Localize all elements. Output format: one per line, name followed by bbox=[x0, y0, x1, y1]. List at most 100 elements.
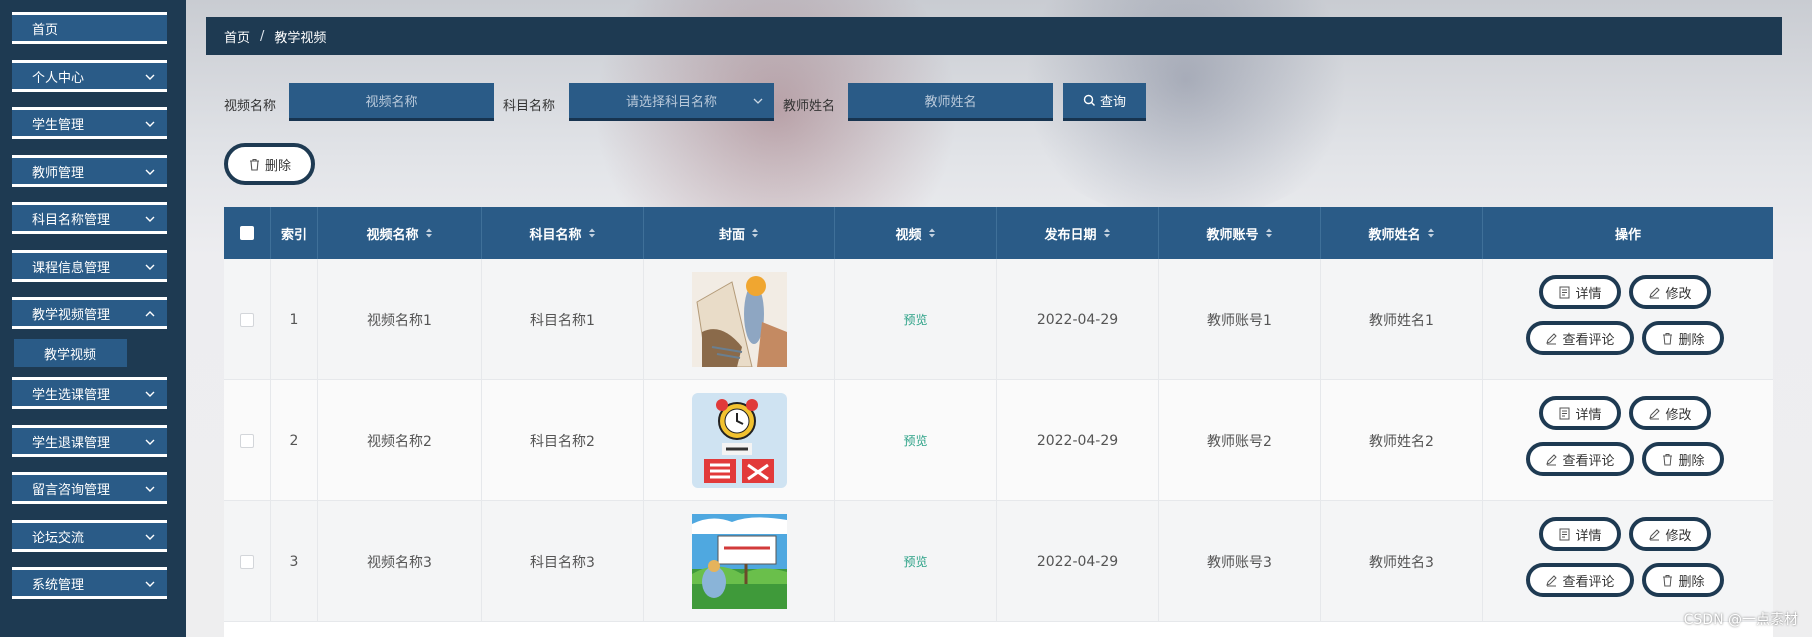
cover-thumbnail[interactable] bbox=[691, 393, 787, 488]
view-comments-button[interactable]: 查看评论 bbox=[1526, 563, 1634, 597]
sidebar-item-message-management[interactable]: 留言咨询管理 bbox=[12, 472, 167, 504]
column-header-teacher-account[interactable]: 教师账号 bbox=[1159, 207, 1321, 259]
delete-label: 删除 bbox=[1678, 574, 1705, 590]
teacher-account-cell: 教师账号2 bbox=[1159, 380, 1321, 501]
sidebar-item-label: 留言咨询管理 bbox=[32, 482, 111, 498]
index-cell: 1 bbox=[271, 259, 318, 380]
edit-button[interactable]: 修改 bbox=[1629, 275, 1711, 309]
sidebar-item-video-management[interactable]: 教学视频管理 bbox=[12, 297, 167, 329]
select-all-checkbox[interactable] bbox=[240, 226, 254, 240]
detail-button[interactable]: 详情 bbox=[1539, 396, 1621, 430]
video-name-cell: 视频名称2 bbox=[318, 380, 482, 501]
teacher-account-cell: 教师账号1 bbox=[1159, 259, 1321, 380]
teacher-name-placeholder: 教师姓名 bbox=[924, 95, 977, 110]
row-checkbox[interactable] bbox=[240, 433, 254, 448]
sort-icon bbox=[928, 228, 935, 238]
sidebar-item-system-management[interactable]: 系统管理 bbox=[12, 567, 167, 599]
document-icon bbox=[1559, 407, 1570, 419]
teacher-name-cell: 教师姓名2 bbox=[1321, 380, 1483, 501]
chevron-down-icon bbox=[145, 581, 155, 587]
subject-select[interactable]: 请选择科目名称 bbox=[569, 83, 774, 121]
publish-date-cell: 2022-04-29 bbox=[997, 380, 1159, 501]
cover-thumbnail[interactable] bbox=[691, 272, 787, 367]
row-select-cell bbox=[224, 259, 271, 380]
delete-button[interactable]: 删除 bbox=[1642, 321, 1724, 355]
row-checkbox[interactable] bbox=[240, 554, 254, 569]
sidebar-item-label: 课程信息管理 bbox=[32, 260, 111, 276]
chevron-down-icon bbox=[145, 216, 155, 222]
teacher-name-cell: 教师姓名1 bbox=[1321, 259, 1483, 380]
cover-cell bbox=[644, 380, 835, 501]
sidebar-subitem-teaching-video[interactable]: 教学视频 bbox=[14, 339, 127, 367]
breadcrumb-current: 教学视频 bbox=[274, 30, 327, 46]
batch-delete-button[interactable]: 删除 bbox=[224, 143, 315, 185]
sidebar-item-personal-center[interactable]: 个人中心 bbox=[12, 60, 167, 92]
chevron-down-icon bbox=[145, 486, 155, 492]
main-content: 首页 / 教学视频 视频名称 视频名称 科目名称 请选择科目名称 教师姓名 教师… bbox=[186, 0, 1812, 637]
select-all-cell bbox=[224, 207, 271, 259]
cover-thumbnail[interactable] bbox=[691, 514, 787, 609]
delete-button[interactable]: 删除 bbox=[1642, 442, 1724, 476]
sidebar-item-course-withdrawal[interactable]: 学生退课管理 bbox=[12, 425, 167, 457]
sidebar-item-forum[interactable]: 论坛交流 bbox=[12, 520, 167, 552]
sidebar-item-course-management[interactable]: 课程信息管理 bbox=[12, 250, 167, 282]
view-comments-label: 查看评论 bbox=[1562, 574, 1615, 590]
subject-label: 科目名称 bbox=[503, 99, 556, 114]
query-label: 查询 bbox=[1099, 95, 1126, 110]
teacher-name-input[interactable]: 教师姓名 bbox=[848, 83, 1053, 121]
query-button[interactable]: 查询 bbox=[1063, 83, 1146, 121]
video-table: 索引 视频名称 科目名称 封面 视频 发布日期 教师账号 教师姓名 操作 1 视… bbox=[224, 207, 1773, 637]
video-cell: 预览 bbox=[835, 380, 997, 501]
video-name-input[interactable]: 视频名称 bbox=[289, 83, 494, 121]
table-row: 1 视频名称1 科目名称1 预览 2022-04-29 教师账号1 教师姓名1 bbox=[224, 259, 1773, 380]
chevron-down-icon bbox=[145, 264, 155, 270]
sidebar-item-course-selection[interactable]: 学生选课管理 bbox=[12, 377, 167, 409]
sidebar: 首页 个人中心 学生管理 教师管理 科目名称管理 课程信息管理 教学视频管理 教… bbox=[0, 0, 186, 637]
column-header-video[interactable]: 视频 bbox=[835, 207, 997, 259]
row-checkbox[interactable] bbox=[240, 312, 254, 327]
delete-label: 删除 bbox=[1678, 332, 1705, 348]
sidebar-item-teacher-management[interactable]: 教师管理 bbox=[12, 155, 167, 187]
subject-cell: 科目名称1 bbox=[482, 259, 644, 380]
column-header-subject[interactable]: 科目名称 bbox=[482, 207, 644, 259]
search-icon bbox=[1083, 94, 1095, 106]
sidebar-item-label: 论坛交流 bbox=[32, 530, 85, 546]
delete-label: 删除 bbox=[1678, 453, 1705, 469]
column-label: 封面 bbox=[718, 227, 745, 243]
index-cell: 3 bbox=[271, 501, 318, 622]
watermark: CSDN @一点素材 bbox=[1683, 612, 1798, 628]
view-comments-button[interactable]: 查看评论 bbox=[1526, 321, 1634, 355]
index-cell: 2 bbox=[271, 380, 318, 501]
teacher-account-cell: 教师账号3 bbox=[1159, 501, 1321, 622]
table-row: 3 视频名称3 科目名称3 预览 2022-04-29 教师账号3 教师姓名3 … bbox=[224, 501, 1773, 622]
sidebar-item-label: 首页 bbox=[32, 22, 59, 38]
sidebar-item-home[interactable]: 首页 bbox=[12, 12, 167, 44]
column-header-publish-date[interactable]: 发布日期 bbox=[997, 207, 1159, 259]
preview-link[interactable]: 预览 bbox=[903, 311, 927, 328]
table-row: 2 视频名称2 科目名称2 预览 2022-04-29 教师账号2 教师姓名2 … bbox=[224, 380, 1773, 501]
preview-link[interactable]: 预览 bbox=[903, 432, 927, 449]
detail-button[interactable]: 详情 bbox=[1539, 517, 1621, 551]
breadcrumb: 首页 / 教学视频 bbox=[206, 17, 1782, 55]
edit-button[interactable]: 修改 bbox=[1629, 396, 1711, 430]
edit-icon bbox=[1649, 407, 1661, 419]
column-header-video-name[interactable]: 视频名称 bbox=[318, 207, 482, 259]
breadcrumb-home[interactable]: 首页 bbox=[224, 27, 250, 46]
view-comments-button[interactable]: 查看评论 bbox=[1526, 442, 1634, 476]
column-label: 科目名称 bbox=[529, 227, 582, 243]
delete-button[interactable]: 删除 bbox=[1642, 563, 1724, 597]
chevron-up-icon bbox=[145, 311, 155, 317]
sidebar-item-student-management[interactable]: 学生管理 bbox=[12, 107, 167, 139]
column-header-teacher-name[interactable]: 教师姓名 bbox=[1321, 207, 1483, 259]
chevron-down-icon bbox=[145, 74, 155, 80]
sidebar-item-subject-management[interactable]: 科目名称管理 bbox=[12, 202, 167, 234]
chevron-down-icon bbox=[145, 391, 155, 397]
column-header-cover[interactable]: 封面 bbox=[644, 207, 835, 259]
sort-icon bbox=[425, 228, 432, 238]
column-label: 视频名称 bbox=[366, 227, 419, 243]
edit-button[interactable]: 修改 bbox=[1629, 517, 1711, 551]
detail-button[interactable]: 详情 bbox=[1539, 275, 1621, 309]
edit-icon bbox=[1546, 574, 1558, 586]
table-header: 索引 视频名称 科目名称 封面 视频 发布日期 教师账号 教师姓名 操作 bbox=[224, 207, 1773, 259]
preview-link[interactable]: 预览 bbox=[903, 553, 927, 570]
